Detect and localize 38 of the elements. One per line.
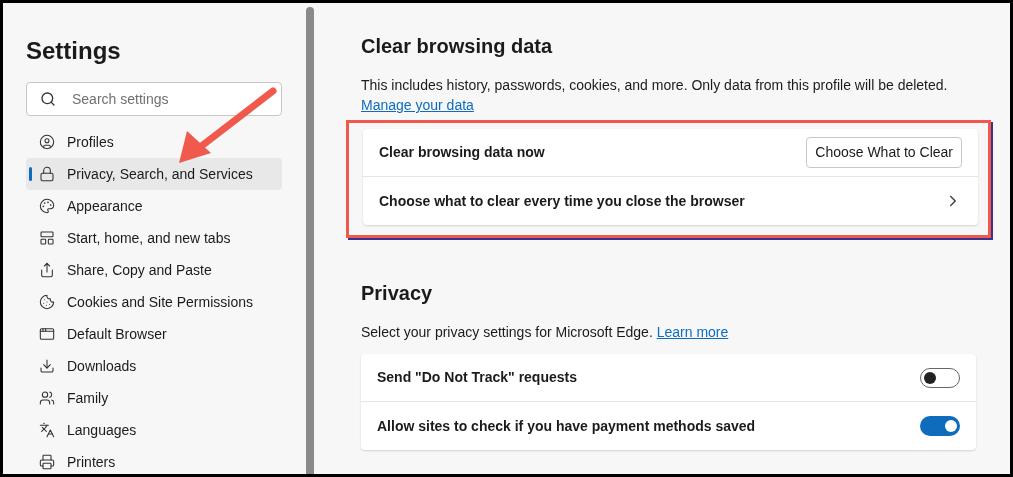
sidebar-item[interactable]: Languages — [26, 414, 282, 446]
search-icon — [40, 91, 56, 107]
toggle-switch[interactable] — [920, 416, 960, 436]
browser-window-icon — [39, 326, 55, 342]
toggle-switch[interactable] — [920, 367, 960, 388]
section-title: Privacy — [361, 281, 434, 306]
share-icon — [39, 262, 55, 278]
palette-icon — [39, 198, 55, 214]
manage-data-link[interactable]: Manage your data — [361, 95, 474, 115]
tabs-icon — [39, 230, 55, 246]
sidebar-item[interactable]: Family — [26, 382, 282, 414]
setting-label: Send "Do Not Track" requests — [377, 368, 577, 387]
choose-what-to-clear-button[interactable]: Choose What to Clear — [806, 137, 962, 168]
settings-title: Settings — [26, 36, 122, 66]
download-icon — [39, 358, 55, 374]
lock-icon — [39, 166, 55, 182]
sidebar-item[interactable]: Printers — [26, 446, 282, 474]
sidebar-item[interactable]: Cookies and Site Permissions — [26, 286, 282, 318]
search-field[interactable]: Search settings — [26, 82, 282, 116]
sidebar-item[interactable]: Share, Copy and Paste — [26, 254, 282, 286]
sidebar-item[interactable]: Profiles — [26, 126, 282, 158]
sidebar-item[interactable]: Privacy, Search, and Services — [26, 158, 282, 190]
section-description: Select your privacy settings for Microsoft Edge. — [361, 324, 653, 340]
section-title: Clear browsing data — [361, 34, 554, 59]
profile-icon — [39, 134, 55, 150]
section-description: This includes history, passwords, cookies, and more. Only data from this profile will be deleted. — [361, 76, 949, 95]
learn-more-link[interactable]: Learn more — [656, 324, 729, 340]
cookie-icon — [39, 294, 55, 310]
sidebar-item[interactable]: Default Browser — [26, 318, 282, 350]
people-icon — [39, 390, 55, 406]
setting-label: Choose what to clear every time you close the browser — [379, 191, 745, 211]
setting-label: Allow sites to check if you have payment methods saved — [377, 416, 756, 436]
languages-icon — [39, 422, 55, 438]
sidebar-item[interactable]: Start, home, and new tabs — [26, 222, 282, 254]
setting-label: Clear browsing data now — [379, 143, 545, 162]
sidebar-item[interactable]: Downloads — [26, 350, 282, 382]
sidebar-item[interactable]: Appearance — [26, 190, 282, 222]
printer-icon — [39, 454, 55, 470]
